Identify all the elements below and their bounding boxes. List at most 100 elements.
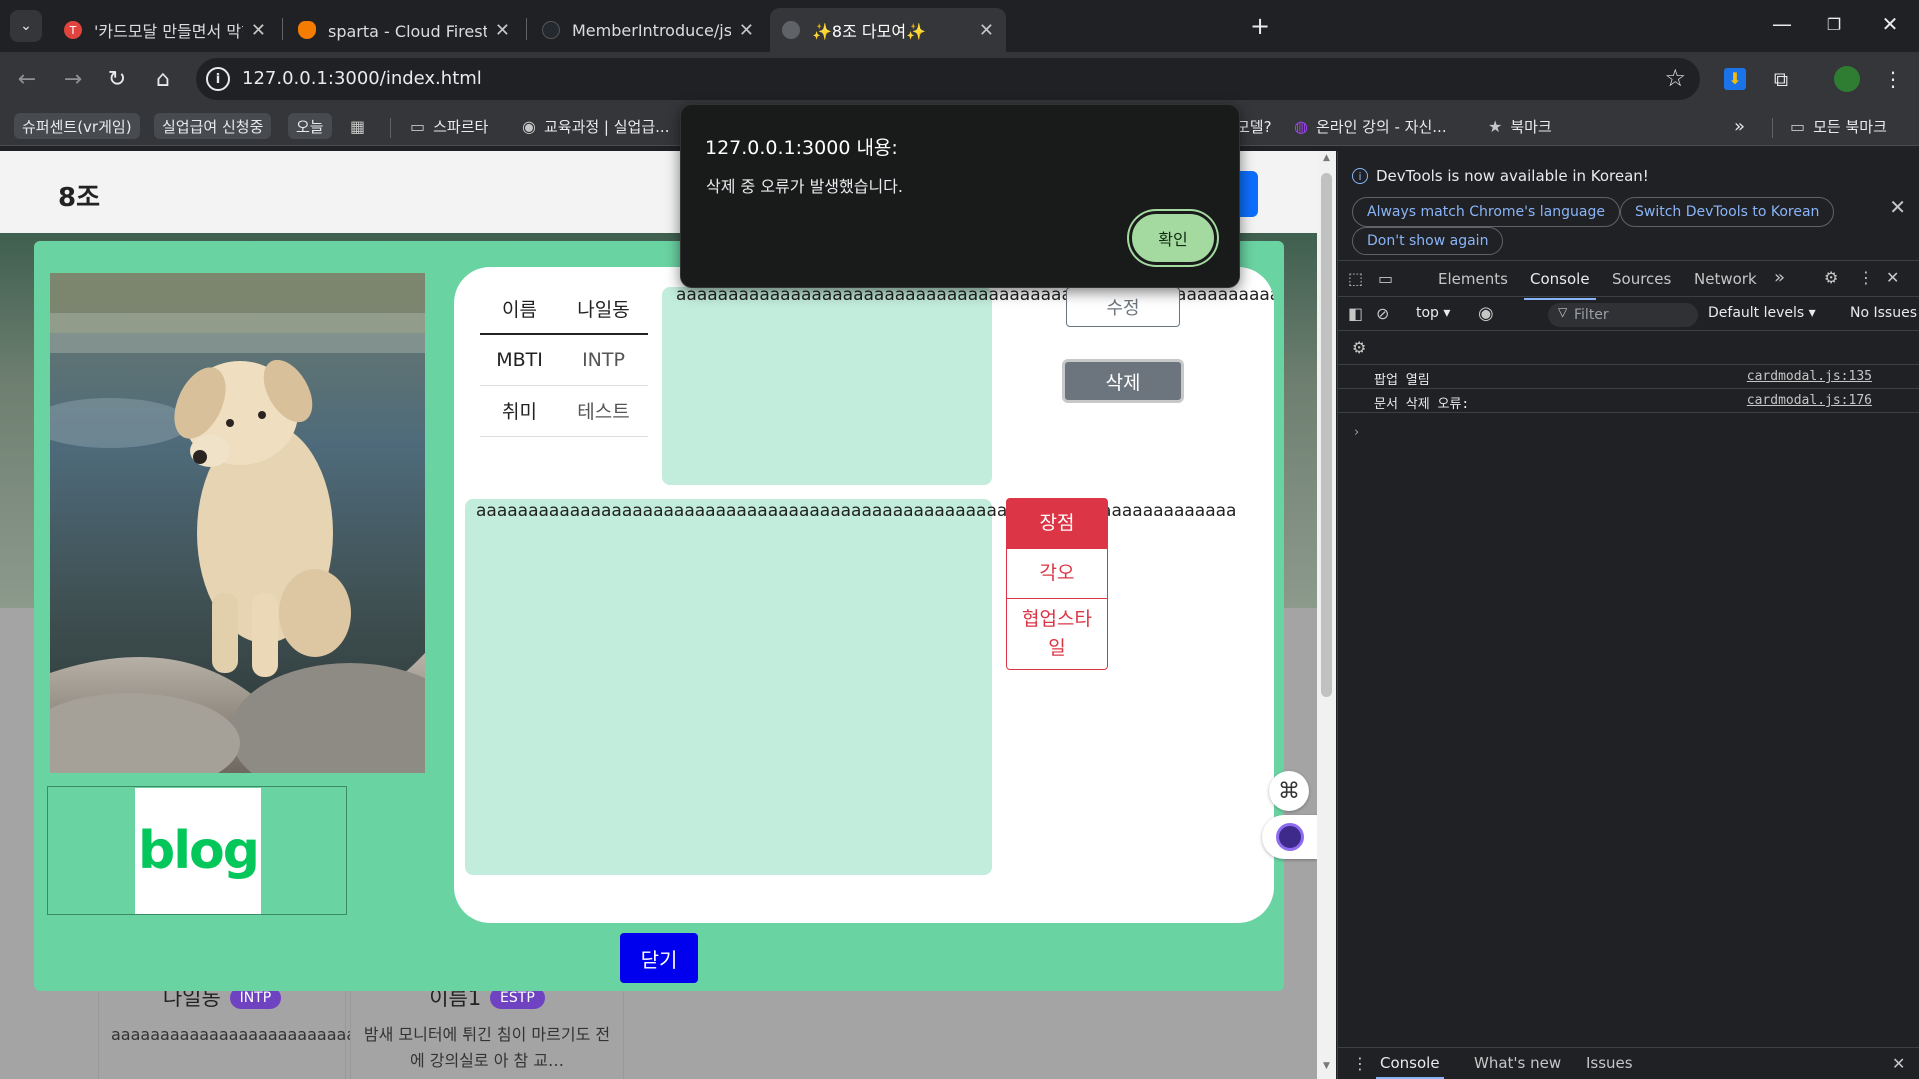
extensions-puzzle-icon[interactable]: ⧉	[1766, 64, 1796, 94]
chevron-down-icon: ⌄	[20, 18, 32, 34]
devtools-tabs: ⬚ ▭ Elements Console Sources Network » ⚙…	[1338, 261, 1919, 300]
bookmark-folder-sparta[interactable]: ▭ 스파르타	[410, 113, 488, 139]
apps-grid-icon[interactable]: ▦	[350, 113, 373, 139]
modal-content-card: 이름 나일동 MBTI INTP 취미 테스트 aaaaaaaaaaaaaaaa…	[454, 267, 1274, 923]
inspect-element-icon[interactable]: ⬚	[1348, 269, 1363, 288]
tab-elements[interactable]: Elements	[1438, 270, 1508, 288]
member-photo	[50, 273, 425, 773]
scrollbar-thumb[interactable]	[1321, 173, 1332, 697]
assistant-icon[interactable]	[1262, 815, 1317, 859]
member-desc: 밤새 모니터에 튀긴 침이 마르기도 전에 강의실로 아 참 교…	[363, 1025, 611, 1070]
live-expression-eye-icon[interactable]: ◉	[1478, 303, 1494, 324]
bookmark-star[interactable]: ★ 북마크	[1488, 113, 1552, 139]
devtools-language-banner: i DevTools is now available in Korean! Al…	[1338, 151, 1919, 261]
reload-button[interactable]: ↻	[100, 62, 134, 96]
match-language-button[interactable]: Always match Chrome's language	[1352, 197, 1620, 227]
clear-console-icon[interactable]: ⊘	[1376, 304, 1389, 323]
log-levels-dropdown[interactable]: Default levels ▾	[1708, 305, 1816, 321]
tab-console[interactable]: Console	[1524, 270, 1596, 300]
site-logo[interactable]: 8조	[58, 177, 100, 214]
close-tab-icon[interactable]: ✕	[495, 20, 510, 41]
scroll-down-icon[interactable]: ▼	[1317, 1061, 1336, 1077]
bookmark-course[interactable]: ◉ 교육과정 | 실업급...	[522, 113, 669, 139]
tab-github[interactable]: MemberIntroduce/js/cardmodal.js ✕	[530, 8, 766, 52]
blog-logo[interactable]: blog	[135, 788, 261, 914]
close-modal-button[interactable]: 닫기	[620, 933, 698, 983]
devtools-menu-icon[interactable]: ⋮	[1858, 268, 1874, 287]
context-selector[interactable]: top ▾	[1416, 305, 1450, 321]
close-window-icon[interactable]: ✕	[1862, 8, 1918, 40]
bookmark-online-course[interactable]: ◍ 온라인 강의 - 자신...	[1294, 113, 1447, 139]
tab-sources[interactable]: Sources	[1612, 270, 1671, 288]
tab-collab-style[interactable]: 협업스타일	[1007, 598, 1107, 669]
drawer-tab-issues[interactable]: Issues	[1586, 1054, 1633, 1072]
close-banner-icon[interactable]: ✕	[1889, 195, 1906, 219]
minimize-icon[interactable]: —	[1754, 8, 1810, 40]
restore-icon[interactable]: ❐	[1806, 8, 1862, 40]
profile-avatar-icon[interactable]	[1832, 64, 1862, 94]
close-tab-icon[interactable]: ✕	[739, 20, 754, 41]
member-modal: blog 이름 나일동 MBTI INTP 취미 테스트 aaaaaaaaaaa…	[34, 241, 1284, 991]
close-tab-icon[interactable]: ✕	[251, 20, 266, 41]
console-log-row: 문서 삭제 오류: cardmodal.js:176	[1338, 389, 1919, 413]
tab-active-8jo[interactable]: ✨8조 다모여✨ ✕	[770, 8, 1006, 52]
tab-card-modal[interactable]: T '카드모달 만들면서 막히는 부분 ✕	[52, 8, 278, 52]
console-prompt[interactable]: ›	[1354, 425, 1359, 440]
star-icon: ★	[1488, 116, 1503, 136]
page-scrollbar[interactable]: ▲ ▼	[1317, 151, 1336, 1079]
bookmark-model[interactable]: 모델?	[1236, 113, 1272, 139]
download-extension-icon[interactable]: ⬇	[1720, 64, 1750, 94]
delete-button[interactable]: 삭제	[1062, 359, 1184, 403]
new-tab-button[interactable]: +	[1244, 10, 1276, 42]
site-favicon-icon: T	[64, 21, 82, 39]
more-menu-icon[interactable]: ⋮	[1878, 64, 1908, 94]
close-devtools-icon[interactable]: ✕	[1886, 268, 1899, 287]
alert-dialog: 127.0.0.1:3000 내용: 삭제 중 오류가 발생했습니다. 확인	[680, 104, 1240, 288]
filter-icon: ▽	[1558, 305, 1568, 319]
home-button[interactable]: ⌂	[146, 62, 180, 96]
bookmark-overflow-icon[interactable]: »	[1734, 113, 1745, 139]
github-icon	[542, 21, 560, 39]
info-value: INTP	[559, 334, 648, 386]
bookmark-item[interactable]: 오늘	[288, 113, 332, 139]
close-tab-icon[interactable]: ✕	[979, 20, 994, 41]
edit-button[interactable]: 수정	[1066, 287, 1180, 327]
tab-divider	[526, 18, 527, 40]
command-icon[interactable]: ⌘	[1269, 771, 1309, 811]
dont-show-again-button[interactable]: Don't show again	[1352, 227, 1504, 255]
device-toolbar-icon[interactable]: ▭	[1378, 269, 1393, 288]
bookmark-item[interactable]: 슈퍼센트(vr게임)	[14, 113, 140, 139]
bookmark-star-icon[interactable]: ☆	[1664, 64, 1686, 92]
tab-resolution[interactable]: 각오	[1007, 548, 1107, 598]
member-info-table: 이름 나일동 MBTI INTP 취미 테스트	[480, 283, 648, 437]
switch-korean-button[interactable]: Switch DevTools to Korean	[1620, 197, 1835, 227]
drawer-tab-console[interactable]: Console	[1376, 1054, 1444, 1079]
tab-firestore[interactable]: sparta - Cloud Firestore - 데이터 ✕	[286, 8, 522, 52]
log-source-link[interactable]: cardmodal.js:176	[1747, 393, 1872, 408]
tab-search-button[interactable]: ⌄	[10, 10, 42, 42]
alert-ok-button[interactable]: 확인	[1129, 211, 1217, 265]
address-bar[interactable]: i 127.0.0.1:3000/index.html ☆	[196, 58, 1700, 100]
more-tabs-icon[interactable]: »	[1774, 267, 1785, 288]
console-filter-input[interactable]: Filter	[1548, 303, 1698, 327]
blog-link-box[interactable]: blog	[47, 786, 347, 915]
sidebar-toggle-icon[interactable]: ◧	[1348, 304, 1363, 323]
issues-counter[interactable]: No Issues	[1850, 305, 1917, 321]
drawer-tab-whats-new[interactable]: What's new	[1474, 1054, 1561, 1072]
tab-strengths[interactable]: 장점	[1007, 499, 1107, 548]
reload-icon: ↻	[107, 66, 127, 92]
forward-button[interactable]: →	[56, 62, 90, 96]
info-label: 취미	[480, 385, 560, 437]
log-source-link[interactable]: cardmodal.js:135	[1747, 369, 1872, 384]
console-settings-icon[interactable]: ⚙	[1352, 338, 1366, 357]
bookmark-item[interactable]: 실업급여 신청중	[154, 113, 272, 139]
settings-gear-icon[interactable]: ⚙	[1824, 268, 1838, 287]
site-info-icon[interactable]: i	[206, 67, 230, 91]
all-bookmarks-folder[interactable]: ▭ 모든 북마크	[1790, 113, 1887, 139]
scroll-up-icon[interactable]: ▲	[1317, 153, 1336, 169]
close-drawer-icon[interactable]: ✕	[1892, 1054, 1905, 1073]
devtools-drawer: ⋮ Console What's new Issues ✕	[1338, 1047, 1919, 1079]
back-button[interactable]: ←	[10, 62, 44, 96]
drawer-menu-icon[interactable]: ⋮	[1352, 1054, 1368, 1073]
tab-network[interactable]: Network	[1694, 270, 1757, 288]
